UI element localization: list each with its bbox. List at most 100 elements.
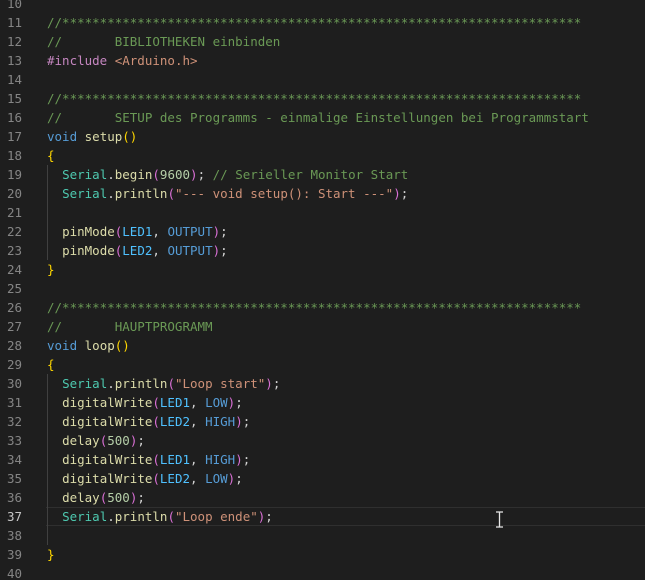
code-token: . [107, 376, 115, 391]
code-line[interactable]: 35 digitalWrite(LED2, LOW); [0, 469, 645, 488]
code-token: pinMode [62, 243, 115, 258]
code-line[interactable]: 22 pinMode(LED1, OUTPUT); [0, 222, 645, 241]
code-token: , [190, 471, 206, 486]
code-token: "Loop ende" [174, 509, 258, 524]
code-token: void [47, 129, 78, 144]
code-token: ) [212, 243, 221, 258]
line-number: 24 [6, 262, 22, 277]
code-token: OUTPUT [167, 224, 213, 239]
code-line[interactable]: 13 #include <Arduino.h> [0, 51, 645, 70]
line-number: 40 [6, 566, 22, 580]
code-token: 500 [107, 433, 130, 448]
code-token: //**************************************… [47, 300, 582, 315]
code-token: println [114, 186, 168, 201]
code-line[interactable]: 24} [0, 260, 645, 279]
code-line[interactable]: 10 [0, 0, 645, 13]
code-token: ; [242, 414, 251, 429]
code-line[interactable]: 28 void loop() [0, 336, 645, 355]
code-line[interactable]: 15 //************************************… [0, 89, 645, 108]
code-token: ; [242, 452, 251, 467]
code-text: { [47, 355, 55, 374]
code-line[interactable]: 25 [0, 279, 645, 298]
code-text: void setup() [47, 127, 137, 146]
line-number: 30 [6, 376, 22, 391]
code-token: // Serieller Monitor Start [212, 167, 409, 182]
code-token: ; [400, 186, 409, 201]
code-line[interactable]: 37 Serial.println("Loop ende"); [0, 507, 645, 526]
code-line[interactable]: 23 pinMode(LED2, OUTPUT); [0, 241, 645, 260]
code-text: #include <Arduino.h> [47, 51, 198, 70]
code-line[interactable]: 33 delay(500); [0, 431, 645, 450]
code-line[interactable]: 16 // SETUP des Programms - einmalige Ein… [0, 108, 645, 127]
code-token: LED1 [159, 452, 191, 467]
line-number: 34 [6, 452, 22, 467]
code-editor[interactable]: 10 11 //**********************************… [0, 0, 645, 580]
code-line[interactable]: 40 [0, 564, 645, 580]
code-token: ) [235, 414, 243, 429]
line-number: 37 [6, 509, 22, 524]
line-number: 14 [6, 72, 22, 87]
text-cursor-ibeam-icon [496, 511, 503, 528]
code-token: , [152, 224, 168, 239]
code-token: pinMode [62, 224, 115, 239]
code-line[interactable]: 20 Serial.println("--- void setup(): Sta… [0, 184, 645, 203]
line-number: 36 [6, 490, 22, 505]
code-lines[interactable]: 10 11 //**********************************… [0, 0, 645, 580]
code-token: , [152, 243, 168, 258]
line-number: 23 [6, 243, 22, 258]
code-token: delay [62, 433, 100, 448]
code-line[interactable]: 30 Serial.println("Loop start"); [0, 374, 645, 393]
line-number: 27 [6, 319, 22, 334]
code-line[interactable]: 38 [0, 526, 645, 545]
code-line[interactable]: 11 //************************************… [0, 13, 645, 32]
line-number: 29 [6, 357, 22, 372]
code-text: Serial.println("Loop ende"); [47, 507, 273, 526]
code-line[interactable]: 36 delay(500); [0, 488, 645, 507]
code-line[interactable]: 12 // BIBLIOTHEKEN einbinden [0, 32, 645, 51]
code-token: LOW [205, 471, 228, 486]
code-token: "Loop start" [174, 376, 266, 391]
code-text: void loop() [47, 336, 130, 355]
code-line[interactable]: 21 [0, 203, 645, 222]
code-token: ; [272, 376, 281, 391]
code-token: // SETUP des Programms - einmalige Einst… [47, 110, 589, 125]
code-token: OUTPUT [167, 243, 213, 258]
code-line[interactable]: 14 [0, 70, 645, 89]
code-line[interactable]: 26 //************************************… [0, 298, 645, 317]
code-token: void [47, 338, 78, 353]
code-token: } [47, 547, 55, 562]
code-token: () [122, 129, 138, 144]
code-line[interactable]: 34 digitalWrite(LED1, HIGH); [0, 450, 645, 469]
line-number: 28 [6, 338, 22, 353]
code-token: () [114, 338, 130, 353]
code-line[interactable]: 32 digitalWrite(LED2, HIGH); [0, 412, 645, 431]
line-number: 33 [6, 433, 22, 448]
code-token: , [190, 395, 206, 410]
code-line[interactable]: 31 digitalWrite(LED1, LOW); [0, 393, 645, 412]
code-token: ( [167, 186, 175, 201]
code-token: ; [137, 490, 145, 505]
code-token: LED2 [122, 243, 153, 258]
code-line[interactable]: 18 { [0, 146, 645, 165]
code-token: delay [62, 490, 100, 505]
code-line[interactable]: 27 // HAUPTPROGRAMM [0, 317, 645, 336]
code-token: LOW [205, 395, 228, 410]
code-token: begin [114, 167, 153, 182]
code-token: 500 [107, 490, 130, 505]
line-number: 11 [6, 15, 22, 30]
code-line[interactable]: 17 void setup() [0, 127, 645, 146]
line-number: 21 [6, 205, 22, 220]
code-token: ; [265, 509, 273, 524]
code-token: Serial [62, 376, 108, 391]
code-line[interactable]: 39} [0, 545, 645, 564]
code-token: Serial [62, 509, 108, 524]
code-token: LED1 [159, 395, 191, 410]
code-line[interactable]: 29 { [0, 355, 645, 374]
line-number: 31 [6, 395, 22, 410]
code-line[interactable]: 19 Serial.begin(9600); // Serieller Moni… [0, 165, 645, 184]
line-number: 22 [6, 224, 22, 239]
